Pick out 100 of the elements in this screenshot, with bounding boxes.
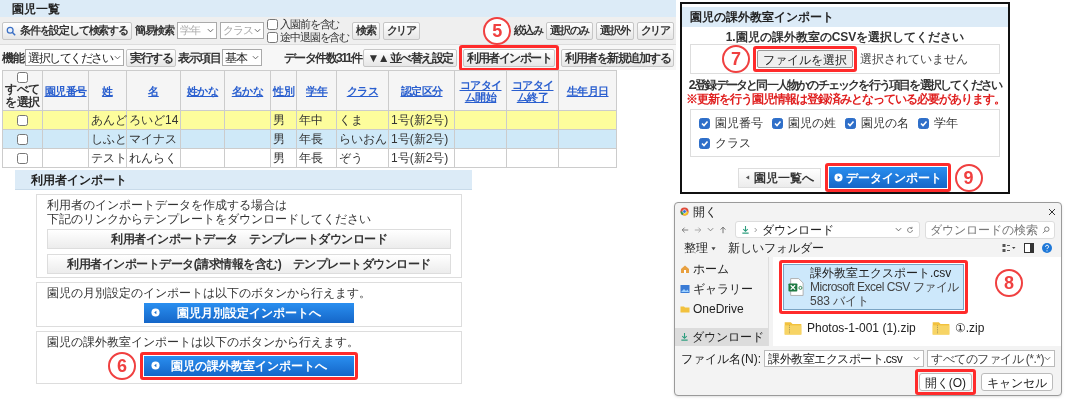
warning-note: ※更新を行う園児情報は登録済みとなっている必要があります。 [685,92,1005,106]
toolbar-button[interactable]: ▼▲ 並べ替え設定 [363,48,457,67]
step-number: 9 [954,163,983,192]
command-button[interactable]: 整理 [684,239,716,258]
choose-file-button[interactable]: ファイルを選択 [757,50,853,68]
up-arrow-icon[interactable] [719,225,727,234]
table-cell: 年長 [299,131,323,146]
zip-folder-icon [931,320,950,335]
checkbox[interactable] [267,18,279,30]
file-item[interactable]: ①.zip [930,316,990,339]
zip-folder-icon [784,320,802,335]
checkbox-label: クラス [715,135,751,152]
step-heading: 1.園児の課外教室のCSVを選択してください [725,30,965,44]
table-cell: らいおん [339,131,387,146]
back-arrow-icon[interactable] [681,225,689,234]
checkbox[interactable] [845,117,856,129]
file-name: 課外教室エクスポート.csv [810,265,953,280]
table-cell: れんらく [129,150,177,165]
instruction-text: 下記のリンクからテンプレートをダウンロードしてください [47,212,372,226]
download-button[interactable]: 利用者インポートデータ(請求情報を含む) テンプレートダウンロード [47,254,451,274]
table-cell: 1号(新2号) [391,131,449,146]
close-icon[interactable] [1048,207,1056,216]
import-button[interactable]: データインポート [828,167,947,188]
caret-icon [895,226,902,234]
back-button[interactable]: 園児一覧へ [737,167,821,188]
checkbox[interactable] [772,117,783,129]
panel-title: 園児の課外教室インポート [690,9,834,26]
table-cell: あんど [91,112,127,127]
nav-item[interactable]: ダウンロード [675,327,768,346]
path-text: ダウンロード [762,221,834,239]
record-count: データ件数311件 [283,49,362,67]
download-button[interactable]: 利用者インポートデータ テンプレートダウンロード [47,229,451,249]
toolbar-button[interactable]: 検索 [352,21,380,40]
field-label: 表示項目 [178,49,220,67]
table-cell: 年長 [299,150,323,165]
checkbox-label: 学年 [934,115,958,132]
table-cell: ぞう [339,150,363,165]
dialog-button[interactable]: 開く(O) [918,373,972,391]
folder-icon [680,304,690,313]
command-button[interactable]: 新しいフォルダー [728,239,824,258]
field-label: 絞込み [513,23,543,39]
caret-icon [1044,355,1051,363]
checkbox[interactable] [699,117,710,129]
download-icon [680,332,689,342]
search-field[interactable]: ダウンロードの検索 [925,220,1055,239]
nav-item[interactable]: ギャラリー [675,279,768,298]
dialog-button[interactable]: キャンセル [981,373,1053,391]
preview-pane-icon [1024,243,1034,254]
file-type-dropdown[interactable]: すべてのファイル (*.*) [927,350,1055,368]
table-cell: 男 [273,112,285,127]
toolbar-button[interactable]: クリア [636,21,674,40]
table-cell: 年中 [299,112,323,127]
caret-icon [913,355,920,363]
home-icon [680,263,690,274]
section-title: 利用者インポート [31,171,127,189]
file-item[interactable]: 課外教室エクスポート.csv Microsoft Excel CSV ファイル 583 バイト [783,263,964,310]
checkbox[interactable] [699,137,710,149]
navigate-button[interactable]: 園児月別設定インポートへ [144,303,354,323]
step-number: 7 [722,45,750,73]
search-button[interactable]: 条件を設定して検索する [2,21,132,40]
checkbox[interactable] [267,31,279,43]
checkbox-label: 園児番号 [715,115,763,132]
toolbar-button[interactable]: 選択のみ [546,21,594,40]
nav-item[interactable]: OneDrive [675,299,768,318]
view-options-icon [1002,243,1016,254]
step-number: 6 [108,352,136,380]
table-cell: くま [339,112,363,127]
dropdown[interactable]: 選択してください [25,49,124,66]
caret-icon [711,245,716,251]
table-cell: テスト [91,150,127,165]
checkbox[interactable] [17,134,28,146]
navigate-button[interactable]: 園児の課外教室インポートへ [144,356,354,376]
checkbox[interactable] [17,115,28,127]
select-all-label: すべてを選択 [4,83,41,109]
toolbar-button[interactable]: 実行する [126,48,176,67]
toolbar-button[interactable]: 利用者インポート [463,48,555,67]
address-bar[interactable]: ダウンロード [735,221,920,239]
search-icon [6,25,16,36]
checkbox[interactable] [17,72,28,83]
nav-item[interactable]: ホーム [675,259,768,278]
app-icon [680,207,689,216]
page-title: 園児一覧 [12,0,60,18]
step-heading: 2.登録データと同一人物かのチェックを行う項目を選択してください [688,78,1002,92]
step-number: 5 [482,16,511,45]
file-item[interactable]: Photos-1-001 (1).zip [783,316,921,339]
file-size: 583 バイト [810,293,871,308]
toolbar-button[interactable]: 選択外 [596,21,634,40]
dropdown[interactable]: 基本 [222,49,262,66]
refresh-icon [906,225,914,234]
checkbox[interactable] [918,117,929,129]
play-circle-icon [833,173,843,182]
filename-field[interactable]: 課外教室エクスポート.csv [764,350,924,368]
checkbox[interactable] [17,153,28,165]
toolbar-button[interactable]: 利用者を新規追加する [561,48,674,67]
file-status: 選択されていません [860,51,968,68]
table-cell: マイナス [129,131,177,146]
help-icon [1042,243,1052,254]
step-number: 8 [995,268,1023,297]
search-icon [1042,225,1050,234]
toolbar-button[interactable]: クリア [382,21,421,40]
